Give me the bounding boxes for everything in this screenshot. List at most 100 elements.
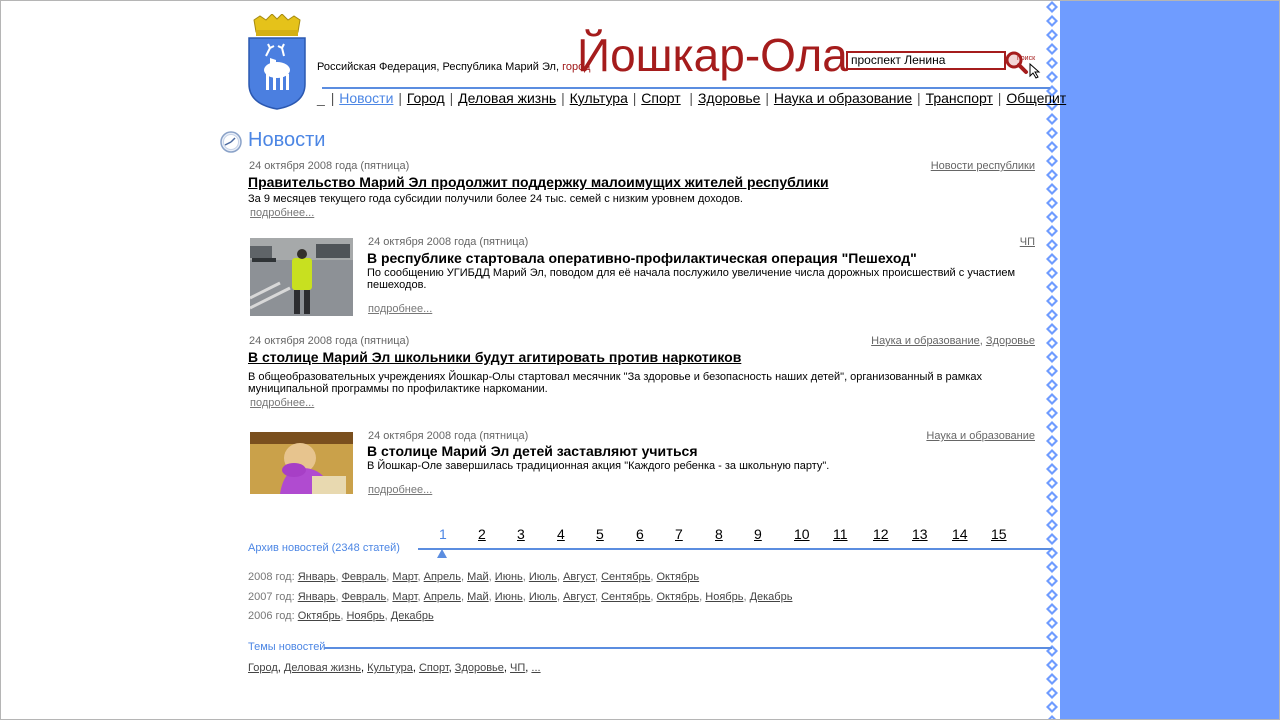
traffic-officer-photo (250, 238, 353, 316)
news-thumbnail[interactable] (250, 432, 353, 510)
archive-month-link[interactable]: Февраль (342, 591, 387, 603)
news-category-link[interactable]: Наука и образование (871, 335, 980, 347)
news-title-link[interactable]: Правительство Марий Эл продолжит поддерж… (248, 174, 829, 190)
nav-item-health[interactable]: Здоровье (698, 90, 761, 106)
news-more-link[interactable]: подробнее... (368, 484, 432, 496)
archive-month-link[interactable]: Апрель (424, 571, 461, 583)
news-categories: ЧП (1020, 236, 1035, 248)
news-date: 24 октября 2008 года (пятница) (368, 430, 529, 442)
news-date: 24 октября 2008 года (пятница) (249, 160, 410, 172)
theme-link[interactable]: Спорт (419, 662, 449, 674)
news-more-link[interactable]: подробнее... (250, 207, 314, 219)
archive-year-row: 2008 год: Январь, Февраль, Март, Апрель,… (248, 571, 700, 583)
archive-month-link[interactable]: Март (392, 571, 417, 583)
nav-separator: | (917, 90, 921, 106)
news-title-link[interactable]: В республике стартовала оперативно-профи… (367, 250, 917, 266)
clock-icon (220, 131, 242, 153)
nav-item-transport[interactable]: Транспорт (926, 90, 993, 106)
archive-month-link[interactable]: Апрель (424, 591, 461, 603)
archive-month-link[interactable]: Сентябрь (601, 591, 650, 603)
archive-year-row: 2007 год: Январь, Февраль, Март, Апрель,… (248, 591, 793, 603)
nav-item-business[interactable]: Деловая жизнь (458, 90, 556, 106)
page-link[interactable]: 9 (754, 526, 762, 542)
nav-separator: | (449, 90, 454, 106)
search-input[interactable] (846, 51, 1006, 70)
page-link-current[interactable]: 1 (439, 526, 447, 542)
archive-month-link[interactable]: Январь (298, 571, 336, 583)
page-link[interactable]: 12 (873, 526, 889, 542)
page-link[interactable]: 7 (675, 526, 683, 542)
news-category-link[interactable]: ЧП (1020, 236, 1035, 248)
archive-title: Архив новостей (2348 статей) (248, 542, 400, 554)
nav-item-education[interactable]: Наука и образование (774, 90, 912, 106)
news-category-link[interactable]: Наука и образование (926, 430, 1035, 442)
archive-month-link[interactable]: Июль (529, 591, 557, 603)
news-more-link[interactable]: подробнее... (250, 397, 314, 409)
theme-link[interactable]: ЧП (510, 662, 525, 674)
archive-month-link[interactable]: Ноябрь (705, 591, 743, 603)
nav-lead: _ (317, 90, 325, 106)
archive-month-link[interactable]: Ноябрь (346, 610, 384, 622)
news-categories: Новости республики (931, 160, 1035, 172)
archive-month-link[interactable]: Март (392, 591, 417, 603)
archive-month-link[interactable]: Сентябрь (601, 571, 650, 583)
news-category-link[interactable]: Новости республики (931, 160, 1035, 172)
page-link[interactable]: 8 (715, 526, 723, 542)
page-link[interactable]: 2 (478, 526, 486, 542)
theme-link[interactable]: Здоровье (455, 662, 504, 674)
news-category-link[interactable]: Здоровье (986, 335, 1035, 347)
nav-separator: | (997, 90, 1002, 106)
header-divider (322, 87, 1050, 89)
archive-month-link[interactable]: Октябрь (657, 571, 700, 583)
archive-year-label: 2007 год: (248, 591, 295, 603)
pagination-divider (418, 548, 1052, 550)
nav-separator: | (398, 90, 402, 106)
archive-month-link[interactable]: Июнь (495, 571, 523, 583)
nav-item-city[interactable]: Город (407, 90, 445, 106)
page-link[interactable]: 3 (517, 526, 525, 542)
theme-link[interactable]: Город (248, 662, 278, 674)
page-link[interactable]: 15 (991, 526, 1007, 542)
page-link[interactable]: 6 (636, 526, 644, 542)
archive-month-link[interactable]: Декабрь (391, 610, 434, 622)
page-link[interactable]: 11 (833, 526, 848, 542)
page-link[interactable]: 10 (794, 526, 810, 542)
theme-link[interactable]: ... (531, 662, 540, 674)
archive-month-link[interactable]: Декабрь (750, 591, 793, 603)
current-page-marker (437, 549, 447, 558)
site-title: Йошкар-Ола (577, 29, 848, 81)
archive-month-link[interactable]: Август (563, 571, 595, 583)
news-thumbnail[interactable] (250, 238, 353, 316)
archive-month-link[interactable]: Октябрь (657, 591, 700, 603)
archive-month-link[interactable]: Октябрь (298, 610, 341, 622)
archive-month-link[interactable]: Май (467, 591, 489, 603)
page-link[interactable]: 5 (596, 526, 604, 542)
search-button[interactable]: поиск (1004, 50, 1042, 80)
page-link[interactable]: 14 (952, 526, 968, 542)
archive-month-link[interactable]: Февраль (342, 571, 387, 583)
archive-month-link[interactable]: Май (467, 571, 489, 583)
nav-item-news[interactable]: Новости (339, 90, 393, 106)
archive-month-link[interactable]: Июнь (495, 591, 523, 603)
page-link[interactable]: 13 (912, 526, 928, 542)
search-button-label: поиск (1017, 55, 1036, 62)
theme-link[interactable]: Культура (367, 662, 413, 674)
nav-item-catering[interactable]: Общепит (1006, 90, 1066, 106)
themes-title: Темы новостей (248, 641, 326, 653)
nav-separator: | (561, 90, 565, 106)
themes-divider (324, 647, 1052, 649)
archive-month-link[interactable]: Август (563, 591, 595, 603)
news-lead: В общеобразовательных учреждениях Йошкар… (248, 371, 983, 395)
news-title-link[interactable]: В столице Марий Эл детей заставляют учит… (367, 443, 698, 459)
archive-month-link[interactable]: Январь (298, 591, 336, 603)
news-title-link[interactable]: В столице Марий Эл школьники будут агити… (248, 349, 741, 365)
nav-item-sport[interactable]: Спорт (641, 90, 680, 106)
theme-link[interactable]: Деловая жизнь (284, 662, 361, 674)
page-link[interactable]: 4 (557, 526, 565, 542)
news-more-link[interactable]: подробнее... (368, 303, 432, 315)
news-date: 24 октября 2008 года (пятница) (249, 335, 410, 347)
nav-item-culture[interactable]: Культура (570, 90, 628, 106)
right-decorative-panel (1058, 0, 1280, 720)
archive-month-link[interactable]: Июль (529, 571, 557, 583)
archive-year-label: 2006 год: (248, 610, 295, 622)
